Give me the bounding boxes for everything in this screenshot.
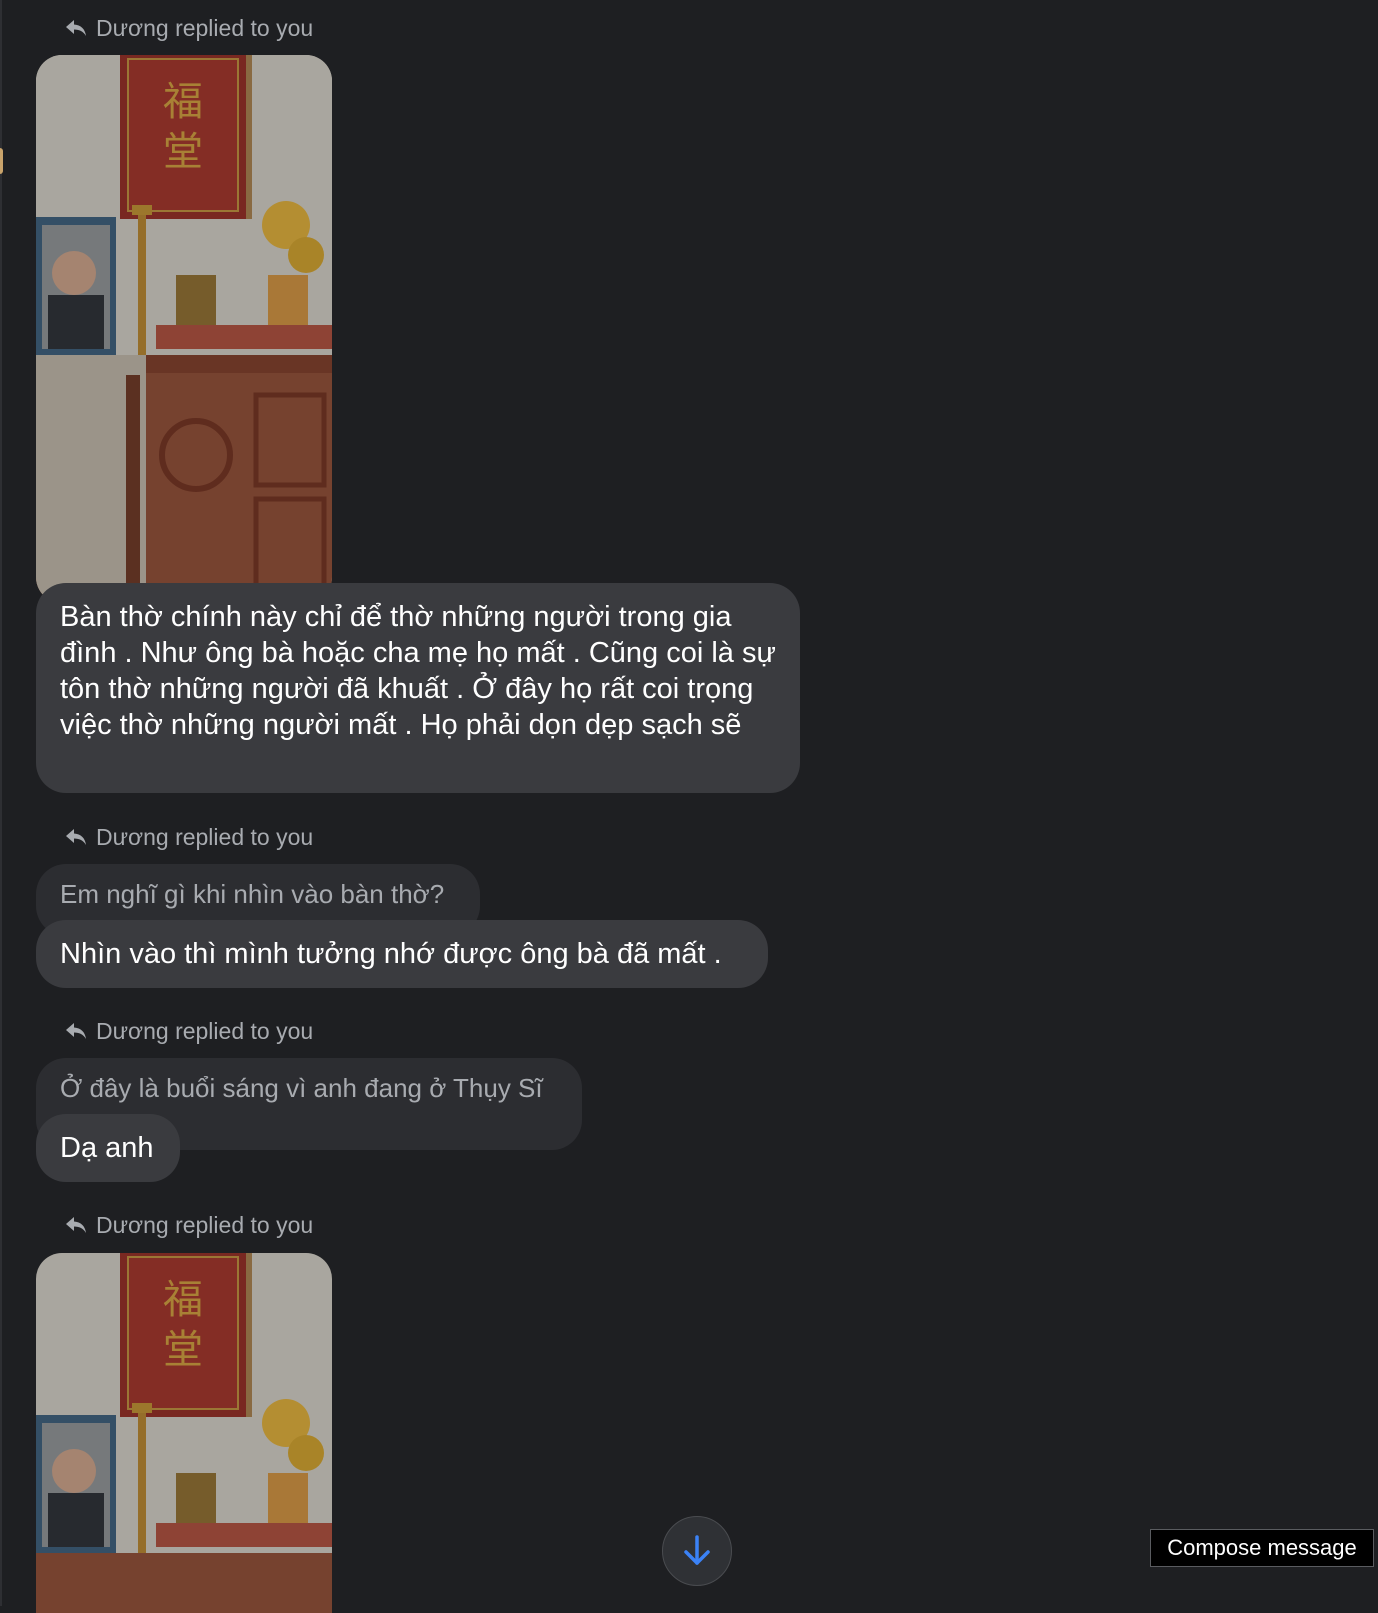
altar-photo-image: 福 堂	[36, 55, 332, 603]
scroll-to-bottom-button[interactable]	[662, 1516, 732, 1586]
altar-photo[interactable]: 福 堂	[36, 1253, 332, 1613]
altar-photo-image: 福 堂	[36, 1253, 332, 1613]
message-bubble[interactable]: Nhìn vào thì mình tưởng nhớ được ông bà …	[36, 920, 768, 988]
reply-arrow-icon	[66, 20, 86, 36]
reply-label-text: Dương replied to you	[96, 823, 314, 850]
message-text: Nhìn vào thì mình tưởng nhớ được ông bà …	[60, 938, 722, 970]
quoted-text: Em nghĩ gì khi nhìn vào bàn thờ?	[60, 879, 445, 909]
tooltip-text: Compose message	[1167, 1535, 1357, 1560]
reply-arrow-icon	[66, 1217, 86, 1233]
message-text: Bàn thờ chính này chỉ để thờ những người…	[60, 601, 776, 741]
quoted-text: Ở đây là buổi sáng vì anh đang ở Thụy Sĩ	[60, 1073, 543, 1103]
edge-indicator	[0, 148, 3, 174]
reply-indicator: Dương replied to you	[64, 1211, 313, 1239]
compose-message-tooltip: Compose message	[1150, 1529, 1374, 1567]
reply-indicator: Dương replied to you	[64, 1017, 313, 1045]
message-text: Dạ anh	[60, 1132, 154, 1164]
message-bubble[interactable]: Bàn thờ chính này chỉ để thờ những người…	[36, 583, 800, 793]
message-bubble[interactable]: Dạ anh	[36, 1114, 180, 1182]
reply-indicator: Dương replied to you	[64, 14, 313, 42]
reply-label-text: Dương replied to you	[96, 14, 314, 41]
reply-label-text: Dương replied to you	[96, 1211, 314, 1238]
reply-indicator: Dương replied to you	[64, 823, 313, 851]
reply-label-text: Dương replied to you	[96, 1017, 314, 1044]
arrow-down-icon	[684, 1535, 710, 1565]
altar-photo[interactable]: 福 堂	[36, 55, 332, 603]
reply-arrow-icon	[66, 829, 86, 845]
reply-arrow-icon	[66, 1023, 86, 1039]
window-edge	[0, 0, 2, 1606]
